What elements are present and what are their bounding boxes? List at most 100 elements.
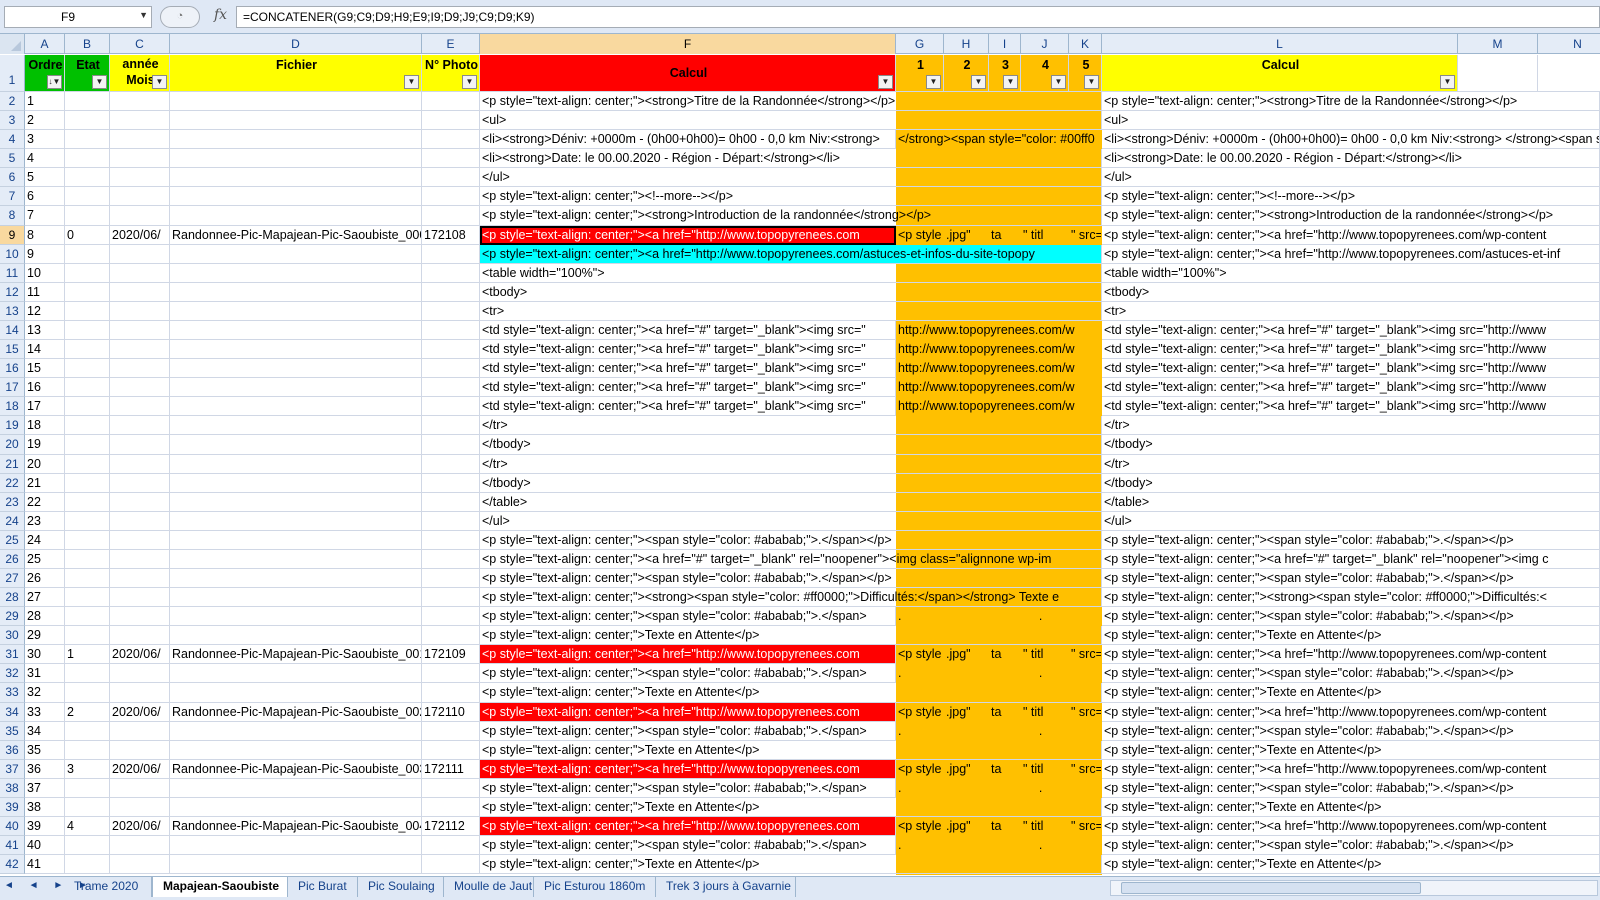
cell-d10[interactable] bbox=[170, 244, 422, 264]
row-header-31[interactable]: 31 bbox=[0, 645, 25, 665]
cell-f22[interactable]: </tbody> bbox=[480, 473, 1102, 493]
cell-l23[interactable]: </table> bbox=[1102, 492, 1600, 512]
cell-f29[interactable]: <p style="text-align: center;"><span sty… bbox=[480, 607, 896, 627]
row-header-4[interactable]: 4 bbox=[0, 130, 25, 150]
cell-b7[interactable] bbox=[65, 187, 110, 207]
select-all-button[interactable] bbox=[0, 34, 25, 54]
cell-c29[interactable] bbox=[110, 607, 170, 627]
cell-f13[interactable]: <tr> bbox=[480, 301, 1102, 321]
cell-f15[interactable]: <td style="text-align: center;"><a href=… bbox=[480, 340, 896, 360]
cell-c9[interactable]: 2020/06/ bbox=[110, 225, 170, 245]
cell-e34[interactable]: 172110 bbox=[422, 702, 480, 722]
row-header-26[interactable]: 26 bbox=[0, 549, 25, 569]
cell-l42[interactable]: <p style="text-align: center;">Texte en … bbox=[1102, 855, 1600, 875]
insert-function-icon[interactable]: fx bbox=[214, 7, 227, 23]
cell-a16[interactable]: 15 bbox=[25, 359, 65, 379]
cell-e24[interactable] bbox=[422, 511, 480, 531]
cell-a20[interactable]: 19 bbox=[25, 435, 65, 455]
cell-d14[interactable] bbox=[170, 320, 422, 341]
cell-a30[interactable]: 29 bbox=[25, 626, 65, 646]
cell-e9[interactable]: 172108 bbox=[422, 225, 480, 245]
column-header-b[interactable]: B bbox=[65, 34, 110, 54]
cell-f18[interactable]: <td style="text-align: center;"><a href=… bbox=[480, 397, 896, 417]
cell-b2[interactable] bbox=[65, 92, 110, 112]
cell-i37[interactable]: ta bbox=[989, 760, 1021, 779]
cell-l33[interactable]: <p style="text-align: center;">Texte en … bbox=[1102, 683, 1600, 703]
formula-input[interactable]: =CONCATENER(G9;C9;D9;H9;E9;I9;D9;J9;C9;D… bbox=[236, 6, 1600, 28]
filter-dropdown-icon[interactable]: ▼ bbox=[1003, 75, 1018, 89]
header-cell-i[interactable]: 3 ▼ bbox=[989, 55, 1021, 92]
header-cell-h[interactable]: 2 ▼ bbox=[944, 55, 989, 92]
cell-b26[interactable] bbox=[65, 549, 110, 569]
cell-c37[interactable]: 2020/06/ bbox=[110, 759, 170, 779]
cell-g14[interactable]: http://www.topopyrenees.com/w bbox=[896, 321, 1102, 340]
cell-f39[interactable]: <p style="text-align: center;">Texte en … bbox=[480, 797, 1102, 818]
cell-c17[interactable] bbox=[110, 378, 170, 398]
cell-d38[interactable] bbox=[170, 778, 422, 798]
cell-e22[interactable] bbox=[422, 473, 480, 493]
cell-j9[interactable]: " titl bbox=[1021, 226, 1069, 245]
row-header-29[interactable]: 29 bbox=[0, 607, 25, 627]
cell-a29[interactable]: 28 bbox=[25, 607, 65, 627]
sheet-tab-pic-burat[interactable]: Pic Burat bbox=[288, 877, 358, 897]
cell-f26[interactable]: <p style="text-align: center;"><a href="… bbox=[480, 549, 1102, 569]
cell-k29[interactable] bbox=[1069, 607, 1102, 626]
cell-k32[interactable] bbox=[1069, 664, 1102, 683]
cell-f2[interactable]: <p style="text-align: center;"><strong>T… bbox=[480, 92, 1102, 112]
cell-f28[interactable]: <p style="text-align: center;"><strong><… bbox=[480, 588, 1102, 608]
cell-i38[interactable] bbox=[989, 779, 1021, 798]
row-header-40[interactable]: 40 bbox=[0, 817, 25, 837]
cell-h38[interactable] bbox=[944, 779, 989, 798]
row-header-24[interactable]: 24 bbox=[0, 511, 25, 531]
cell-a27[interactable]: 26 bbox=[25, 569, 65, 589]
cell-l12[interactable]: <tbody> bbox=[1102, 282, 1600, 302]
cell-h31[interactable]: .jpg" bbox=[944, 645, 989, 664]
filter-dropdown-icon[interactable]: ▼ bbox=[926, 75, 941, 89]
cell-d27[interactable] bbox=[170, 569, 422, 589]
cell-b24[interactable] bbox=[65, 511, 110, 531]
cell-l24[interactable]: </ul> bbox=[1102, 511, 1600, 531]
cell-l39[interactable]: <p style="text-align: center;">Texte en … bbox=[1102, 797, 1600, 818]
cell-l36[interactable]: <p style="text-align: center;">Texte en … bbox=[1102, 740, 1600, 760]
cell-b13[interactable] bbox=[65, 301, 110, 321]
header-cell-c[interactable]: année Mois ▼ bbox=[110, 55, 170, 92]
cell-f9[interactable]: <p style="text-align: center;"><a href="… bbox=[480, 225, 896, 245]
cell-c4[interactable] bbox=[110, 130, 170, 150]
cell-a17[interactable]: 16 bbox=[25, 378, 65, 398]
cell-a36[interactable]: 35 bbox=[25, 740, 65, 760]
cell-f11[interactable]: <table width="100%"> bbox=[480, 263, 1102, 283]
cell-d31[interactable]: Randonnee-Pic-Mapajean-Pic-Saoubiste_001 bbox=[170, 645, 422, 665]
name-box-dropdown-icon[interactable]: ▼ bbox=[139, 10, 148, 20]
cell-d22[interactable] bbox=[170, 473, 422, 493]
cell-k38[interactable] bbox=[1069, 779, 1102, 798]
cell-b9[interactable]: 0 bbox=[65, 225, 110, 245]
cell-b19[interactable] bbox=[65, 416, 110, 436]
cell-h37[interactable]: .jpg" bbox=[944, 760, 989, 779]
cell-f25[interactable]: <p style="text-align: center;"><span sty… bbox=[480, 530, 1102, 550]
cell-j40[interactable]: " titl bbox=[1021, 817, 1069, 836]
cell-l26[interactable]: <p style="text-align: center;"><a href="… bbox=[1102, 549, 1600, 569]
cell-b36[interactable] bbox=[65, 740, 110, 760]
cell-d26[interactable] bbox=[170, 549, 422, 569]
cell-d9[interactable]: Randonnee-Pic-Mapajean-Pic-Saoubiste_000 bbox=[170, 225, 422, 245]
cell-l37[interactable]: <p style="text-align: center;"><a href="… bbox=[1102, 759, 1600, 779]
cell-c38[interactable] bbox=[110, 778, 170, 798]
cell-f20[interactable]: </tbody> bbox=[480, 435, 1102, 455]
name-box[interactable]: F9 ▼ bbox=[4, 6, 152, 28]
cell-l19[interactable]: </tr> bbox=[1102, 416, 1600, 436]
cell-d12[interactable] bbox=[170, 282, 422, 302]
cell-f41[interactable]: <p style="text-align: center;"><span sty… bbox=[480, 836, 896, 856]
cell-d2[interactable] bbox=[170, 92, 422, 112]
cell-b17[interactable] bbox=[65, 378, 110, 398]
cell-f31[interactable]: <p style="text-align: center;"><a href="… bbox=[480, 645, 896, 665]
cell-b22[interactable] bbox=[65, 473, 110, 493]
cell-c24[interactable] bbox=[110, 511, 170, 531]
cell-e37[interactable]: 172111 bbox=[422, 759, 480, 779]
cell-l13[interactable]: <tr> bbox=[1102, 301, 1600, 321]
cell-a4[interactable]: 3 bbox=[25, 130, 65, 150]
cell-g18[interactable]: http://www.topopyrenees.com/w bbox=[896, 397, 1102, 416]
sheet-tab-pic-soulaing[interactable]: Pic Soulaing bbox=[358, 877, 444, 897]
cell-d29[interactable] bbox=[170, 607, 422, 627]
sheet-tab-moulle-de-jaut[interactable]: Moulle de Jaut bbox=[444, 877, 534, 897]
cell-l6[interactable]: </ul> bbox=[1102, 168, 1600, 188]
